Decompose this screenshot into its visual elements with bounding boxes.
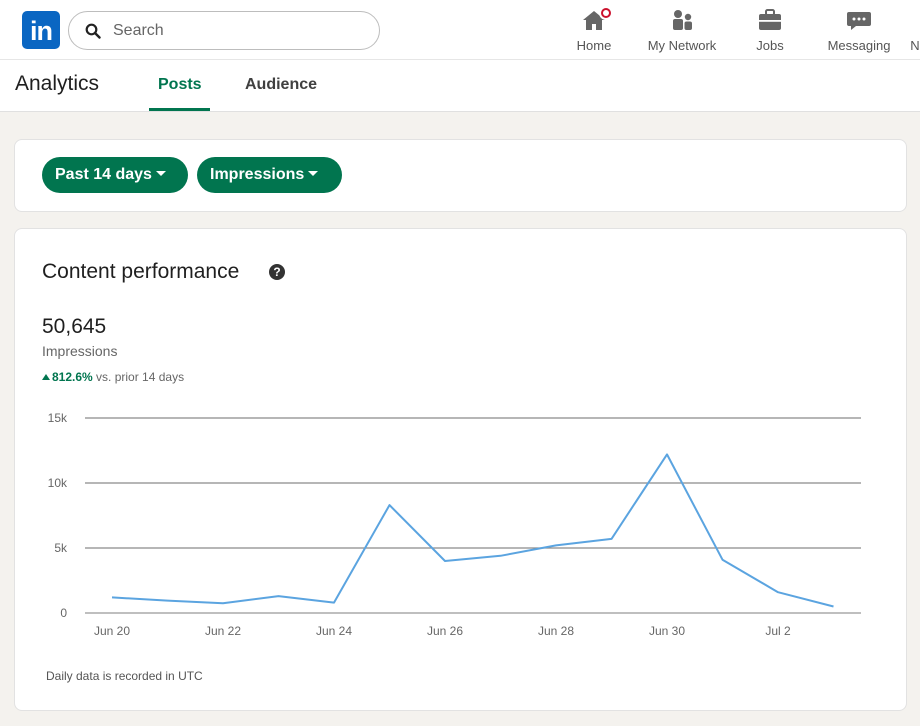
data-point[interactable] (830, 603, 838, 611)
content-performance-card: 0 5k 10k 15k Jun 20 Jun 22 Jun 24 Jun 26 Jun 28 J… (14, 228, 907, 711)
nav-my-network-label: My Network (647, 38, 717, 53)
nav-messaging-label: Messaging (827, 38, 891, 53)
nav-home[interactable]: Home (572, 6, 616, 56)
messaging-icon (846, 8, 872, 32)
y-tick-label: 15k (48, 411, 68, 425)
briefcase-icon (757, 8, 783, 32)
data-point[interactable] (275, 592, 283, 600)
help-icon[interactable]: ? (269, 264, 285, 280)
x-tick-label: Jun 26 (427, 624, 463, 638)
nav-notifications[interactable]: N (908, 8, 920, 56)
total-impressions-label: Impressions (42, 343, 118, 359)
x-tick-label: Jun 22 (205, 624, 241, 638)
tab-audience[interactable]: Audience (245, 76, 317, 94)
top-nav: in Home My Network (0, 0, 920, 60)
metric-dropdown[interactable]: Impressions (197, 157, 342, 193)
caret-down-icon (308, 171, 319, 176)
impressions-series-line[interactable] (111, 453, 834, 608)
caret-down-icon (155, 171, 166, 176)
total-impressions: 50,645 (42, 315, 107, 338)
data-point[interactable] (441, 557, 449, 565)
notifications-icon (908, 8, 920, 32)
nav-jobs-label: Jobs (756, 38, 784, 53)
nav-home-label: Home (576, 38, 612, 53)
data-point[interactable] (774, 588, 782, 596)
data-point[interactable] (719, 556, 727, 564)
home-icon (581, 6, 613, 32)
active-tab-indicator (149, 108, 210, 111)
nav-my-network[interactable]: My Network (644, 8, 720, 56)
metric-label: Impressions (210, 166, 305, 183)
search-bar[interactable] (68, 11, 380, 50)
change-indicator: 812.6% vs. prior 14 days (42, 370, 184, 384)
data-point[interactable] (386, 501, 394, 509)
nav-messaging[interactable]: Messaging (825, 8, 893, 56)
analytics-header: Analytics Posts Audience (0, 60, 920, 112)
card-title: Content performance (42, 260, 240, 283)
data-point[interactable] (164, 597, 172, 605)
x-tick-label: Jun 20 (94, 624, 130, 638)
page-title: Analytics (15, 72, 100, 95)
nav-jobs[interactable]: Jobs (752, 8, 788, 56)
y-tick-label: 10k (48, 476, 68, 490)
tab-posts[interactable]: Posts (158, 76, 202, 94)
filter-card: Past 14 days Impressions (14, 139, 907, 212)
network-icon (669, 8, 695, 32)
utc-footnote: Daily data is recorded in UTC (46, 669, 203, 683)
trend-up-icon (42, 374, 50, 380)
date-range-dropdown[interactable]: Past 14 days (42, 157, 188, 193)
search-icon (85, 23, 101, 39)
impressions-line-chart: 0 5k 10k 15k Jun 20 Jun 22 Jun 24 Jun 26 Jun 28 J… (48, 411, 861, 638)
change-text: vs. prior 14 days (96, 370, 185, 384)
notification-badge (599, 6, 613, 20)
data-point[interactable] (219, 599, 227, 607)
data-point[interactable] (663, 450, 671, 458)
search-input[interactable] (113, 21, 363, 41)
y-tick-label: 0 (60, 606, 67, 620)
linkedin-logo[interactable]: in (22, 11, 60, 49)
data-point[interactable] (330, 599, 338, 607)
data-point[interactable] (608, 535, 616, 543)
data-point[interactable] (552, 541, 560, 549)
data-point[interactable] (497, 552, 505, 560)
date-range-label: Past 14 days (55, 166, 152, 183)
nav-notifications-label: N (910, 38, 920, 53)
x-tick-label: Jun 28 (538, 624, 574, 638)
change-value: 812.6% (52, 370, 93, 384)
x-tick-label: Jun 24 (316, 624, 352, 638)
data-point[interactable] (108, 593, 116, 601)
x-tick-label: Jul 2 (765, 624, 791, 638)
x-tick-label: Jun 30 (649, 624, 685, 638)
y-tick-label: 5k (54, 541, 68, 555)
